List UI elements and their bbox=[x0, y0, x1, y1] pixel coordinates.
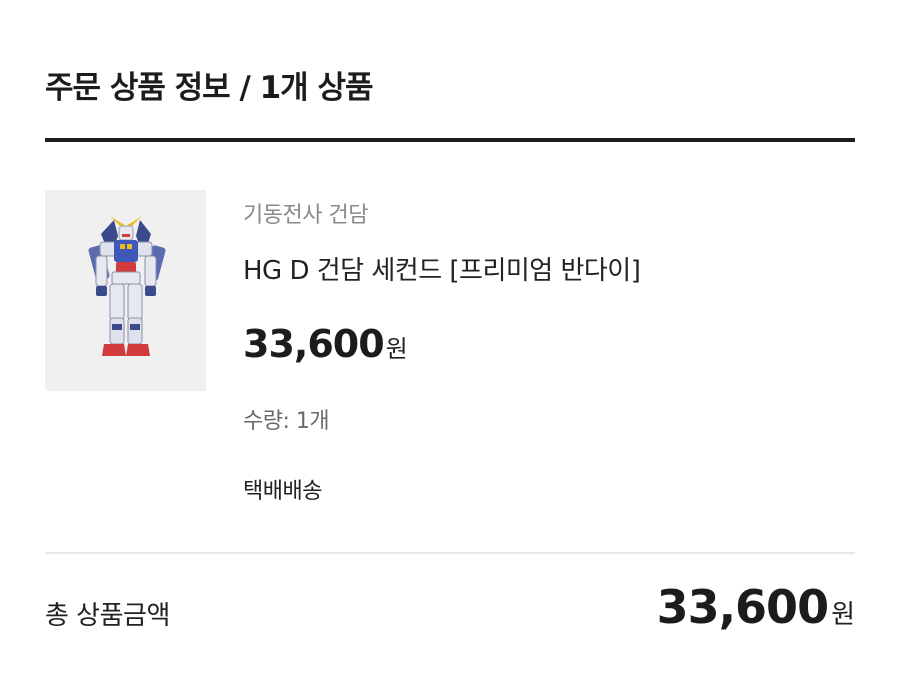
product-thumbnail[interactable] bbox=[45, 190, 206, 391]
product-price-value: 33,600 bbox=[243, 322, 385, 366]
product-brand: 기동전사 건담 bbox=[243, 203, 368, 228]
product-price: 33,600원 bbox=[243, 322, 408, 366]
title-divider bbox=[45, 138, 855, 142]
section-title: 주문 상품 정보 / 1개 상품 bbox=[45, 70, 374, 106]
total-amount-unit: 원 bbox=[831, 600, 855, 630]
shipping-method: 택배배송 bbox=[243, 479, 322, 504]
total-amount-value: 33,600 bbox=[656, 580, 830, 634]
product-price-unit: 원 bbox=[385, 335, 408, 363]
total-label: 총 상품금액 bbox=[45, 601, 170, 631]
gundam-model-figure-icon bbox=[88, 215, 165, 356]
product-name[interactable]: HG D 건담 세컨드 [프리미엄 반다이] bbox=[243, 250, 641, 287]
product-quantity: 수량: 1개 bbox=[243, 409, 330, 434]
total-amount: 33,600 원 bbox=[657, 580, 855, 634]
summary-divider bbox=[45, 552, 855, 554]
